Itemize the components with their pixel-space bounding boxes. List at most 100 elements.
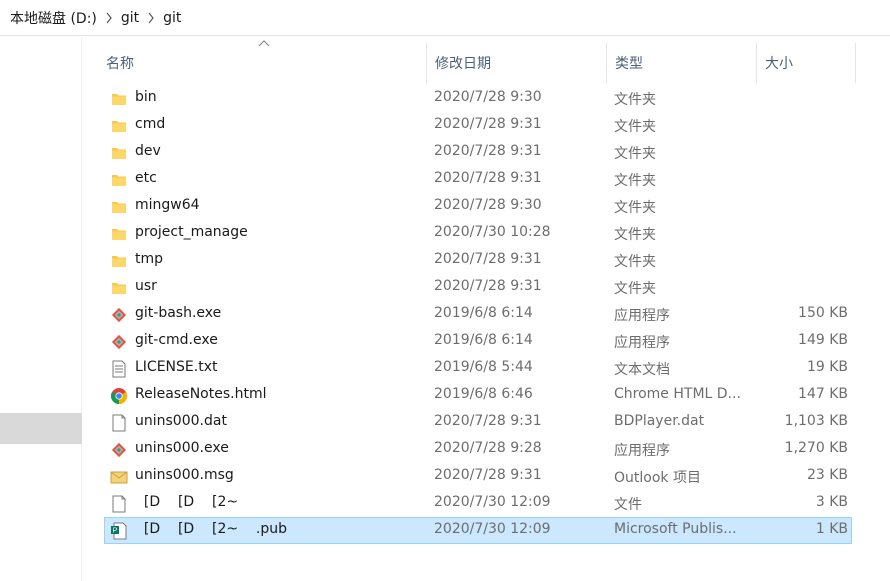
file-name: [D [D [2~ .pub: [135, 521, 287, 537]
file-type: 应用程序: [614, 308, 670, 324]
file-name: usr: [135, 278, 157, 294]
file-row[interactable]: unins000.dat 2020/7/28 9:31 BDPlayer.dat 1,…: [104, 409, 852, 436]
file-name: LICENSE.txt: [135, 359, 218, 375]
file-name: git-cmd.exe: [135, 332, 218, 348]
file-type: BDPlayer.dat: [614, 413, 705, 429]
file-row[interactable]: LICENSE.txt 2019/6/8 5:44 文本文档 19 KB: [104, 355, 852, 382]
file-row[interactable]: usr 2020/7/28 9:31 文件夹: [104, 274, 852, 301]
file-type: 应用程序: [614, 335, 670, 351]
file-name: ReleaseNotes.html: [135, 386, 267, 402]
file-name: dev: [135, 143, 161, 159]
file-type: 文件夹: [614, 173, 656, 189]
file-type: 文件夹: [614, 200, 656, 216]
file-name: mingw64: [135, 197, 200, 213]
file-size: 3 KB: [815, 494, 848, 510]
file-row[interactable]: [D [D [2~ 2020/7/30 12:09 文件 3 KB: [104, 490, 852, 517]
file-date: 2020/7/28 9:31: [434, 170, 542, 186]
git-icon: [109, 440, 129, 460]
file-date: 2020/7/30 12:09: [434, 494, 551, 510]
folder-icon: [109, 143, 129, 163]
file-date: 2020/7/28 9:31: [434, 467, 542, 483]
file-date: 2019/6/8 6:14: [434, 305, 533, 321]
folder-icon: [109, 197, 129, 217]
column-header-type[interactable]: 类型: [606, 43, 756, 83]
column-header-size[interactable]: 大小: [756, 43, 856, 83]
file-row[interactable]: P [D [D [2~ .pub 2020/7/30 12:09 Microsoft…: [104, 517, 852, 544]
file-type: 文件夹: [614, 281, 656, 297]
breadcrumb-drive[interactable]: 本地磁盘 (D:): [8, 6, 99, 30]
file-type: 文件夹: [614, 92, 656, 108]
file-list-view[interactable]: 名称 修改日期 类型 大小 bin 2020/7/28 9:30 文件夹 cmd 202…: [82, 37, 890, 581]
file-size: 147 KB: [798, 386, 848, 402]
file-type: Chrome HTML D...: [614, 386, 741, 402]
git-icon: [109, 332, 129, 352]
file-type: 文本文档: [614, 362, 670, 378]
file-name: tmp: [135, 251, 164, 267]
file-row[interactable]: project_manage 2020/7/30 10:28 文件夹: [104, 220, 852, 247]
file-date: 2020/7/28 9:31: [434, 413, 542, 429]
file-date: 2020/7/30 12:09: [434, 521, 551, 537]
file-type: 文件夹: [614, 227, 656, 243]
file-row[interactable]: bin 2020/7/28 9:30 文件夹: [104, 85, 852, 112]
file-size: 1,270 KB: [784, 440, 848, 456]
file-row[interactable]: etc 2020/7/28 9:31 文件夹: [104, 166, 852, 193]
file-type: 文件夹: [614, 254, 656, 270]
file-date: 2020/7/30 10:28: [434, 224, 551, 240]
file-date: 2019/6/8 6:46: [434, 386, 533, 402]
file-date: 2019/6/8 6:14: [434, 332, 533, 348]
file-date: 2020/7/28 9:30: [434, 197, 542, 213]
folder-icon: [109, 224, 129, 244]
navigation-pane-selected-item[interactable]: [0, 413, 82, 444]
file-row[interactable]: dev 2020/7/28 9:31 文件夹: [104, 139, 852, 166]
chevron-right-icon[interactable]: [141, 11, 161, 25]
file-date: 2020/7/28 9:31: [434, 278, 542, 294]
chrome-icon: [109, 386, 129, 406]
file-size: 19 KB: [806, 359, 848, 375]
chevron-right-icon[interactable]: [99, 11, 119, 25]
navigation-pane[interactable]: [0, 37, 82, 581]
publisher-icon: P: [109, 521, 129, 541]
folder-icon: [109, 278, 129, 298]
breadcrumb-git-parent[interactable]: git: [119, 8, 141, 28]
text-document-icon: [109, 359, 129, 379]
file-date: 2020/7/28 9:31: [434, 143, 542, 159]
blank-file-icon: [109, 413, 129, 433]
file-row[interactable]: mingw64 2020/7/28 9:30 文件夹: [104, 193, 852, 220]
file-type: Microsoft Publis...: [614, 521, 737, 537]
file-date: 2020/7/28 9:31: [434, 116, 542, 132]
svg-text:P: P: [113, 528, 118, 535]
file-size: 23 KB: [806, 467, 848, 483]
file-row[interactable]: tmp 2020/7/28 9:31 文件夹: [104, 247, 852, 274]
file-date: 2019/6/8 5:44: [434, 359, 533, 375]
file-row[interactable]: unins000.exe 2020/7/28 9:28 应用程序 1,270 KB: [104, 436, 852, 463]
file-name: bin: [135, 89, 157, 105]
file-name: unins000.dat: [135, 413, 227, 429]
column-header-name[interactable]: 名称: [106, 43, 426, 83]
file-name: git-bash.exe: [135, 305, 222, 321]
file-name: [D [D [2~: [135, 494, 239, 510]
folder-icon: [109, 89, 129, 109]
file-row[interactable]: cmd 2020/7/28 9:31 文件夹: [104, 112, 852, 139]
file-row[interactable]: unins000.msg 2020/7/28 9:31 Outlook 项目 23 K…: [104, 463, 852, 490]
file-type: 文件夹: [614, 146, 656, 162]
file-size: 1,103 KB: [784, 413, 848, 429]
mail-icon: [109, 467, 129, 487]
file-date: 2020/7/28 9:30: [434, 89, 542, 105]
file-name: unins000.exe: [135, 440, 229, 456]
folder-icon: [109, 116, 129, 136]
file-row[interactable]: git-cmd.exe 2019/6/8 6:14 应用程序 149 KB: [104, 328, 852, 355]
file-date: 2020/7/28 9:28: [434, 440, 542, 456]
file-name: etc: [135, 170, 157, 186]
file-name: cmd: [135, 116, 166, 132]
breadcrumb-git-current[interactable]: git: [161, 8, 183, 28]
column-header-date[interactable]: 修改日期: [426, 43, 606, 83]
file-type: 文件: [614, 497, 642, 513]
address-bar[interactable]: 本地磁盘 (D:) git git: [0, 0, 890, 36]
file-type: 文件夹: [614, 119, 656, 135]
file-size: 150 KB: [798, 305, 848, 321]
file-row[interactable]: ReleaseNotes.html 2019/6/8 6:46 Chrome HTM…: [104, 382, 852, 409]
file-name: unins000.msg: [135, 467, 234, 483]
file-date: 2020/7/28 9:31: [434, 251, 542, 267]
file-size: 1 KB: [815, 521, 848, 537]
file-row[interactable]: git-bash.exe 2019/6/8 6:14 应用程序 150 KB: [104, 301, 852, 328]
